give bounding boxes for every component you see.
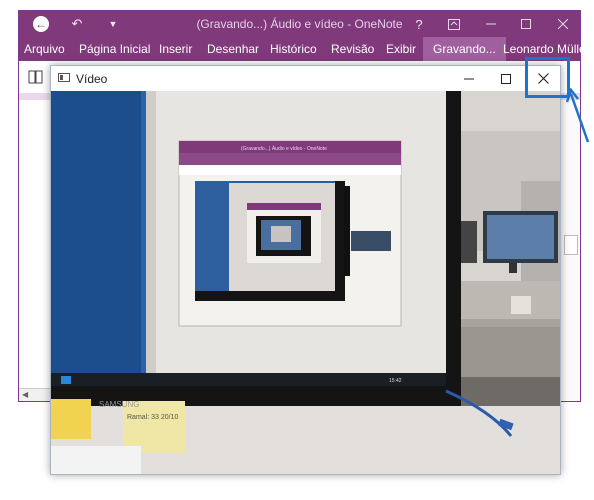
tab-pagina-inicial[interactable]: Página Inicial [79,42,150,56]
page-list-pane [560,100,580,400]
tab-gravando[interactable]: Gravando... [423,37,506,61]
minimize-icon[interactable] [481,14,501,34]
annotation-arrow-icon [566,88,590,143]
maximize-icon[interactable] [516,14,536,34]
video-frame: 15:42 (Gravando...) Áudio e vídeo - OneN… [51,91,560,474]
video-minimize-icon[interactable] [450,66,488,91]
notebook-icon[interactable] [28,70,44,84]
taskbar-time: 15:42 [389,378,402,384]
user-name[interactable]: Leonardo Müller [503,42,590,56]
help-icon[interactable]: ? [409,14,429,34]
inner-window-title: (Gravando...) Áudio e vídeo - OneNote [241,145,327,152]
close-button-highlight [525,57,570,98]
video-window-titlebar: Vídeo [51,66,560,91]
tab-inserir[interactable]: Inserir [159,42,192,56]
notebook-pane [19,100,52,400]
ribbon-tabs: Arquivo Página Inicial Inserir Desenhar … [19,37,590,61]
monitor-brand: SAMSUNG [99,400,139,409]
tab-revisao[interactable]: Revisão [331,42,374,56]
video-app-icon [58,73,70,82]
video-frame-image: 15:42 (Gravando...) Áudio e vídeo - OneN… [51,91,560,474]
video-window: Vídeo 15:42 (Gravando...) Áudio e vídeo … [50,65,561,475]
horizontal-scrollbar[interactable]: ◀ [19,388,51,401]
tab-desenhar[interactable]: Desenhar [207,42,259,56]
ribbon-display-icon[interactable] [444,14,464,34]
video-maximize-icon[interactable] [487,66,525,91]
onenote-titlebar: ← ↶ ▼ (Gravando...) Áudio e vídeo - OneN… [19,11,580,37]
close-icon[interactable] [553,14,573,34]
sticky-note-text: Ramal: 33 20/10 [127,414,178,421]
tab-arquivo[interactable]: Arquivo [24,42,65,56]
tab-historico[interactable]: Histórico [270,42,317,56]
tab-exibir[interactable]: Exibir [386,42,416,56]
video-window-title: Vídeo [76,72,108,86]
page-scroll-button[interactable] [564,235,578,255]
